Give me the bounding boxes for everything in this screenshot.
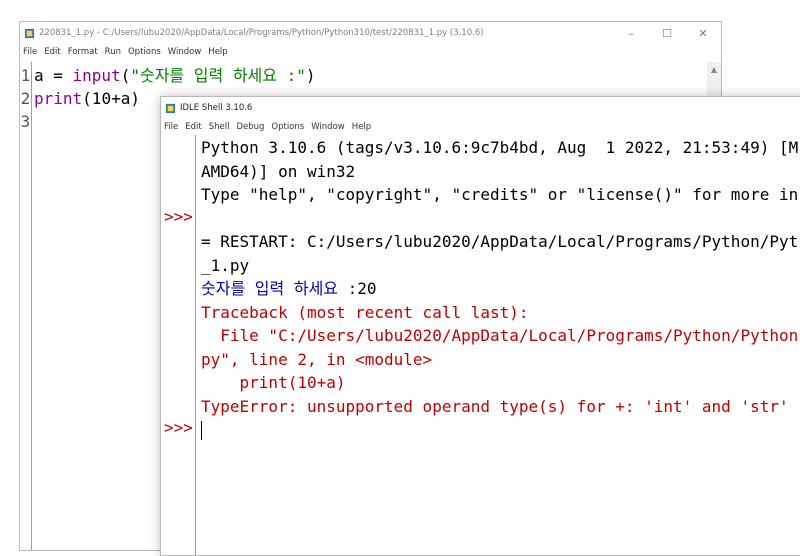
menu-format[interactable]: Format xyxy=(65,47,102,57)
close-icon[interactable]: ✕ xyxy=(685,22,721,44)
restart-line: = RESTART: C:/Users/lubu2020/AppData/Loc… xyxy=(201,232,799,251)
editor-titlebar[interactable]: 220831_1.py - C:/Users/lubu2020/AppData/… xyxy=(20,22,721,44)
traceback-line: Traceback (most recent call last): xyxy=(201,302,529,322)
menu-window[interactable]: Window xyxy=(308,122,349,132)
shell-titlebar[interactable]: IDLE Shell 3.10.6 xyxy=(161,97,800,119)
prompt-gutter: >>> >>> xyxy=(161,135,196,555)
builtin-input: input xyxy=(72,66,121,85)
current-input-line[interactable] xyxy=(201,418,800,442)
output-line: Python 3.10.6 (tags/v3.10.6:9c7b4bd, Aug… xyxy=(201,138,799,157)
maximize-icon[interactable]: ☐ xyxy=(649,22,685,44)
menu-help[interactable]: Help xyxy=(205,47,231,57)
traceback-line: print(10+a) xyxy=(201,373,346,392)
menu-file[interactable]: File xyxy=(20,47,41,57)
menu-edit[interactable]: Edit xyxy=(41,47,64,57)
string-literal: "숫자를 입력 하세요 :" xyxy=(130,66,306,85)
builtin-print: print xyxy=(34,89,83,108)
menu-options[interactable]: Options xyxy=(125,47,165,57)
shell-prompt: >>> xyxy=(164,207,193,226)
restart-line: _1.py xyxy=(201,255,250,275)
user-input-value: 20 xyxy=(357,279,377,298)
line-number: 2 xyxy=(20,89,31,108)
editor-title: 220831_1.py - C:/Users/lubu2020/AppData/… xyxy=(39,28,484,38)
menu-run[interactable]: Run xyxy=(102,47,125,57)
menu-shell[interactable]: Shell xyxy=(206,122,234,132)
line-number: 3 xyxy=(20,112,31,131)
traceback-line: File "C:/Users/lubu2020/AppData/Local/Pr… xyxy=(201,326,799,345)
output-line: AMD64)] on win32 xyxy=(201,161,356,181)
traceback-line: py", line 2, in <module> xyxy=(201,349,433,369)
input-prompt-text: 숫자를 입력 하세요 : xyxy=(201,279,358,298)
error-line: TypeError: unsupported operand type(s) f… xyxy=(201,396,789,416)
menu-window[interactable]: Window xyxy=(165,47,206,57)
scroll-up-icon[interactable]: ▲ xyxy=(707,62,721,76)
shell-title: IDLE Shell 3.10.6 xyxy=(180,103,253,113)
shell-menubar: File Edit Shell Debug Options Window Hel… xyxy=(161,119,800,135)
shell-prompt: >>> xyxy=(164,418,193,437)
menu-edit[interactable]: Edit xyxy=(182,122,205,132)
editor-menubar: File Edit Format Run Options Window Help xyxy=(20,44,721,60)
shell-output[interactable]: Python 3.10.6 (tags/v3.10.6:9c7b4bd, Aug… xyxy=(201,136,800,442)
input-line: 숫자를 입력 하세요 :20 xyxy=(201,277,800,301)
idle-icon xyxy=(165,103,176,113)
python-file-icon xyxy=(24,28,35,38)
text-cursor xyxy=(201,421,202,440)
line-number: 1 xyxy=(20,66,31,85)
code-line: a = input("숫자를 입력 하세요 :") xyxy=(34,66,316,85)
menu-options[interactable]: Options xyxy=(268,122,308,132)
menu-help[interactable]: Help xyxy=(349,122,375,132)
minimize-icon[interactable]: – xyxy=(613,22,649,44)
line-number-gutter: 1 2 3 xyxy=(20,62,32,550)
menu-debug[interactable]: Debug xyxy=(233,122,268,132)
output-line: Type "help", "copyright", "credits" or "… xyxy=(201,185,799,204)
shell-window: IDLE Shell 3.10.6 File Edit Shell Debug … xyxy=(160,96,800,556)
menu-file[interactable]: File xyxy=(161,122,182,132)
